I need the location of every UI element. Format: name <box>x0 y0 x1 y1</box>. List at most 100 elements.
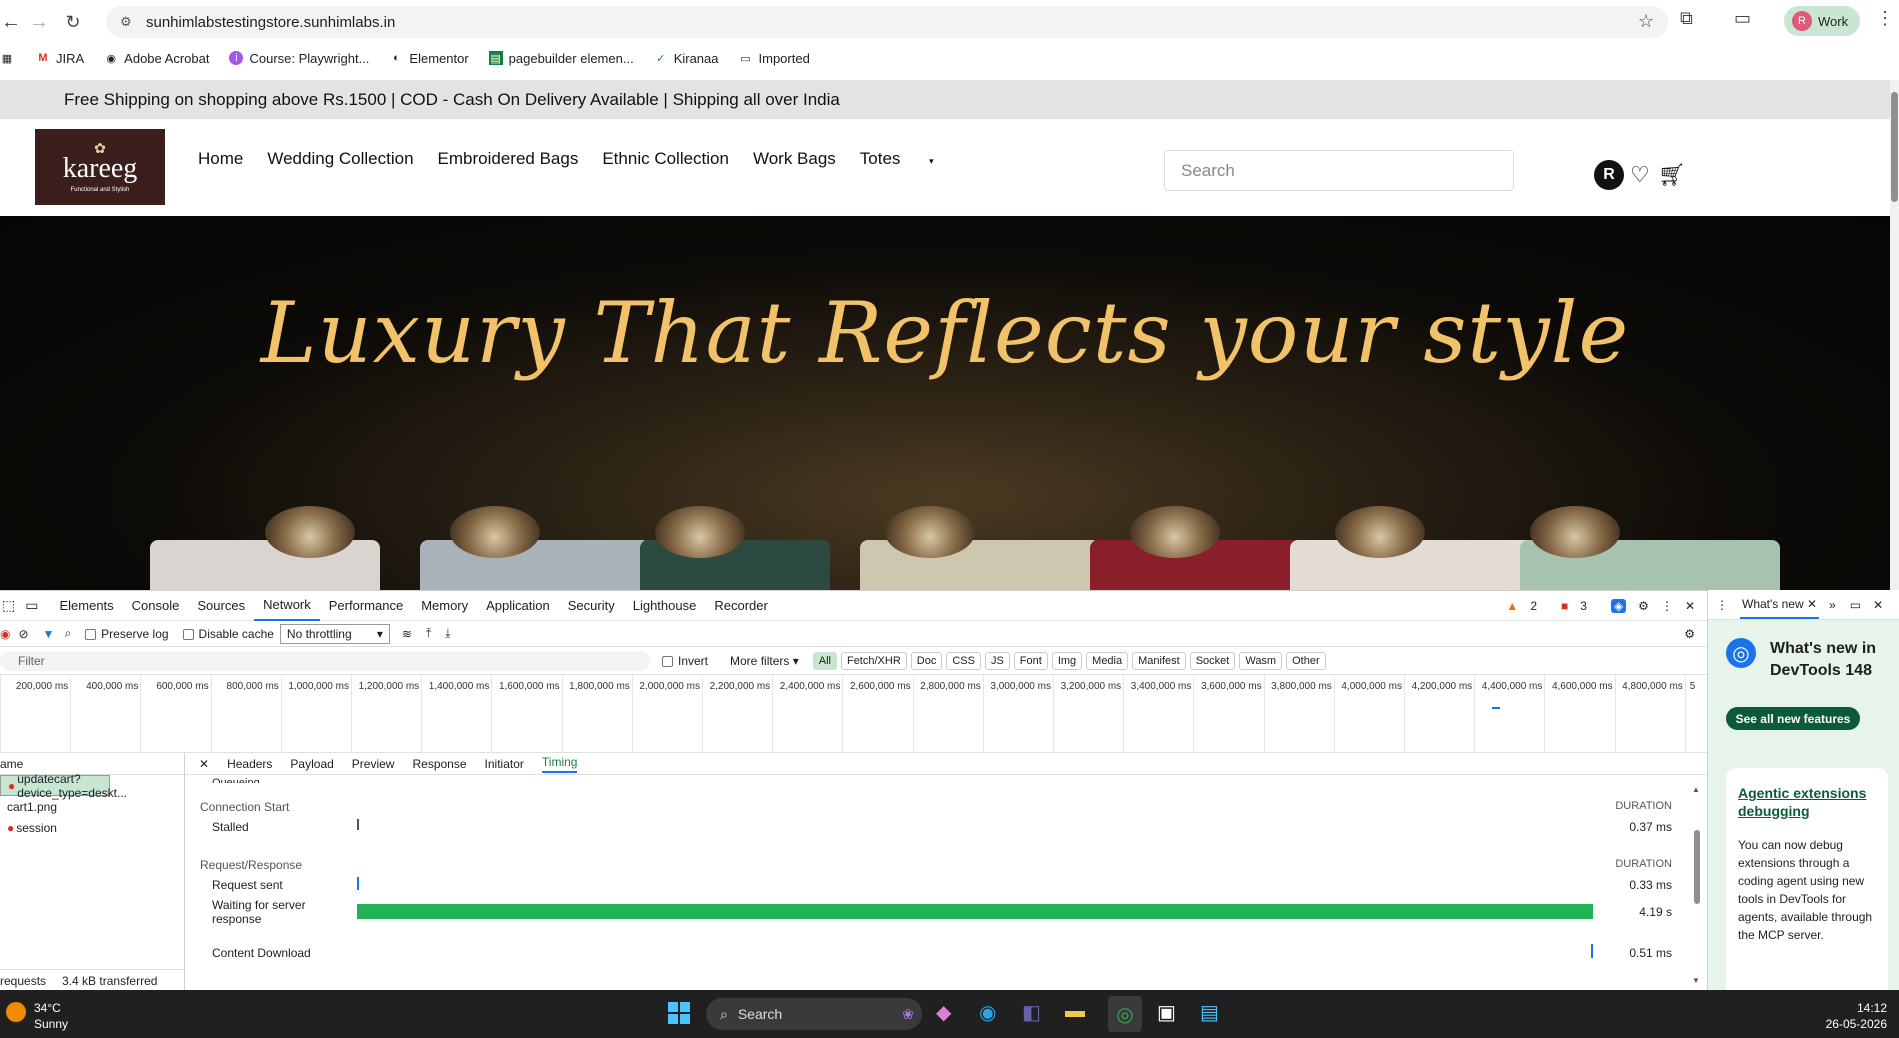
detail-scrollbar[interactable]: ▲ ▼ <box>1692 785 1702 985</box>
menu-item-embroidered[interactable]: Embroidered Bags <box>438 149 579 169</box>
tab-payload[interactable]: Payload <box>290 757 333 771</box>
scrollbar-thumb[interactable] <box>1891 92 1898 202</box>
copilot-icon[interactable]: ◆ <box>936 1000 951 1025</box>
filter-chip-fetch[interactable]: Fetch/XHR <box>840 651 907 670</box>
tab-preview[interactable]: Preview <box>352 757 395 771</box>
chrome-icon[interactable]: ◎ <box>1108 996 1142 1032</box>
tab-lighthouse[interactable]: Lighthouse <box>624 591 706 621</box>
scroll-up-icon[interactable]: ▲ <box>1692 785 1702 794</box>
bookmark-jira[interactable]: M JIRA <box>36 51 84 66</box>
menu-item-wedding[interactable]: Wedding Collection <box>267 149 413 169</box>
preserve-log-checkbox[interactable]: Preserve log <box>85 627 169 641</box>
scroll-down-icon[interactable]: ▼ <box>1692 976 1700 985</box>
file-explorer-icon[interactable]: ▬ <box>1065 1000 1085 1023</box>
drawer-menu-icon[interactable]: ⋮ <box>1716 598 1728 612</box>
export-har-icon[interactable]: ⤓ <box>445 626 450 641</box>
device-toggle-icon[interactable]: ▭ <box>25 597 38 614</box>
bookmark-acrobat[interactable]: ◉ Adobe Acrobat <box>104 51 209 66</box>
tab-response[interactable]: Response <box>412 757 466 771</box>
import-har-icon[interactable]: ⤒ <box>426 626 431 641</box>
bookmark-star-icon[interactable]: ☆ <box>1638 11 1654 32</box>
tab-security[interactable]: Security <box>559 591 624 621</box>
edge-icon[interactable]: ◉ <box>979 1000 996 1025</box>
network-overview-timeline[interactable]: 200,000 ms 400,000 ms 600,000 ms 800,000 ms… <box>0 675 1707 753</box>
bookmark-pagebuilder[interactable]: ▤ pagebuilder elemen... <box>488 51 634 66</box>
close-icon[interactable]: ✕ <box>1685 599 1695 613</box>
see-all-features-button[interactable]: See all new features <box>1726 707 1860 730</box>
tab-recorder[interactable]: Recorder <box>705 591 776 621</box>
ai-assist-icon[interactable]: ◈ <box>1610 599 1627 613</box>
disable-cache-checkbox[interactable]: Disable cache <box>182 627 274 641</box>
filter-chip-socket[interactable]: Socket <box>1189 651 1236 670</box>
weather-widget[interactable]: 34°C Sunny <box>34 1000 68 1032</box>
site-info-icon[interactable]: ⚙ <box>120 14 132 30</box>
site-logo[interactable]: ✿ kareeg Functional and Stylish <box>35 129 165 205</box>
devtools-menu-icon[interactable]: ⋮ <box>1661 599 1673 613</box>
throttling-select[interactable]: No throttling ▾ <box>279 623 390 644</box>
settings-gear-icon[interactable]: ⚙ <box>1638 599 1649 613</box>
network-settings-icon[interactable]: ⚙ <box>1684 627 1695 641</box>
start-icon[interactable] <box>668 1002 690 1024</box>
extensions-icon[interactable]: ⧉ <box>1680 8 1693 29</box>
menu-item-totes[interactable]: Totes ▾ <box>860 149 958 169</box>
sun-icon[interactable] <box>6 1002 26 1022</box>
filter-chip-js[interactable]: JS <box>984 651 1010 670</box>
tab-timing[interactable]: Timing <box>541 755 578 773</box>
tab-elements[interactable]: Elements <box>50 591 122 621</box>
bookmark-course[interactable]: i Course: Playwright... <box>229 51 369 66</box>
profile-button[interactable]: R Work <box>1784 6 1860 36</box>
menu-item-home[interactable]: Home <box>198 149 243 169</box>
filter-chip-doc[interactable]: Doc <box>910 651 943 670</box>
tab-sources[interactable]: Sources <box>188 591 254 621</box>
scrollbar-thumb[interactable] <box>1694 830 1700 904</box>
tab-application[interactable]: Application <box>477 591 559 621</box>
clock[interactable]: 14:12 26-05-2026 <box>1826 1000 1887 1032</box>
clear-icon[interactable]: ⊘ <box>18 627 28 641</box>
tab-console[interactable]: Console <box>123 591 189 621</box>
bookmark-imported[interactable]: ▭ Imported <box>739 51 810 66</box>
errors-badge[interactable]: ■ 3 <box>1561 599 1599 613</box>
taskbar-search[interactable]: ⌕ Search ❀ <box>706 998 922 1030</box>
tab-headers[interactable]: Headers <box>227 757 272 771</box>
notepad-icon[interactable]: ▤ <box>1200 1000 1219 1025</box>
network-conditions-icon[interactable]: ≋ <box>402 627 412 641</box>
search-icon[interactable]: ⌕ <box>64 626 71 641</box>
inspect-icon[interactable]: ⬚ <box>2 597 15 614</box>
record-icon[interactable]: ◉ <box>0 627 10 641</box>
filter-input[interactable]: Filter <box>0 650 650 671</box>
menu-item-work-bags[interactable]: Work Bags <box>753 149 836 169</box>
address-bar[interactable]: ⚙ sunhimlabstestingstore.sunhimlabs.in ☆ <box>106 6 1668 38</box>
request-row[interactable]: ● updatecart?device_type=deskt... <box>0 772 127 800</box>
request-row[interactable]: ● session <box>0 817 184 838</box>
filter-icon[interactable]: ▼ <box>43 627 55 641</box>
back-icon[interactable]: ← <box>0 5 22 39</box>
dock-icon[interactable]: ▭ <box>1850 598 1861 612</box>
teams-icon[interactable]: ◧ <box>1022 1000 1041 1025</box>
bookmark-apps[interactable]: ▦ <box>0 51 20 65</box>
filter-chip-manifest[interactable]: Manifest <box>1132 651 1186 670</box>
tab-performance[interactable]: Performance <box>320 591 412 621</box>
more-tabs-icon[interactable]: » <box>1829 598 1836 612</box>
search-input[interactable]: Search <box>1164 150 1514 191</box>
cart-icon[interactable]: 🛒︎ <box>1658 162 1686 188</box>
close-icon[interactable]: ✕ <box>199 757 209 771</box>
account-icon[interactable]: R <box>1594 160 1624 190</box>
filter-chip-img[interactable]: Img <box>1051 651 1083 670</box>
invert-checkbox[interactable]: Invert <box>662 654 708 668</box>
tab-initiator[interactable]: Initiator <box>485 757 524 771</box>
tab-whats-new[interactable]: What's new ✕ <box>1740 591 1820 619</box>
forward-icon[interactable]: → <box>22 5 56 39</box>
menu-kebab-icon[interactable]: ⋮ <box>1876 8 1894 29</box>
close-icon[interactable]: ✕ <box>1873 598 1883 612</box>
tab-network[interactable]: Network <box>254 591 320 621</box>
menu-item-ethnic[interactable]: Ethnic Collection <box>602 149 729 169</box>
more-filters-dropdown[interactable]: More filters ▾ <box>730 654 799 668</box>
filter-chip-css[interactable]: CSS <box>946 651 981 670</box>
page-scrollbar[interactable] <box>1890 80 1899 590</box>
feature-card-title[interactable]: Agentic extensions debugging <box>1738 784 1876 820</box>
filter-chip-font[interactable]: Font <box>1013 651 1048 670</box>
app-window-icon[interactable]: ▣ <box>1157 1000 1176 1025</box>
tab-search-icon[interactable]: ▭ <box>1734 8 1751 29</box>
filter-chip-media[interactable]: Media <box>1086 651 1129 670</box>
warnings-badge[interactable]: ▲ 2 <box>1506 599 1549 613</box>
